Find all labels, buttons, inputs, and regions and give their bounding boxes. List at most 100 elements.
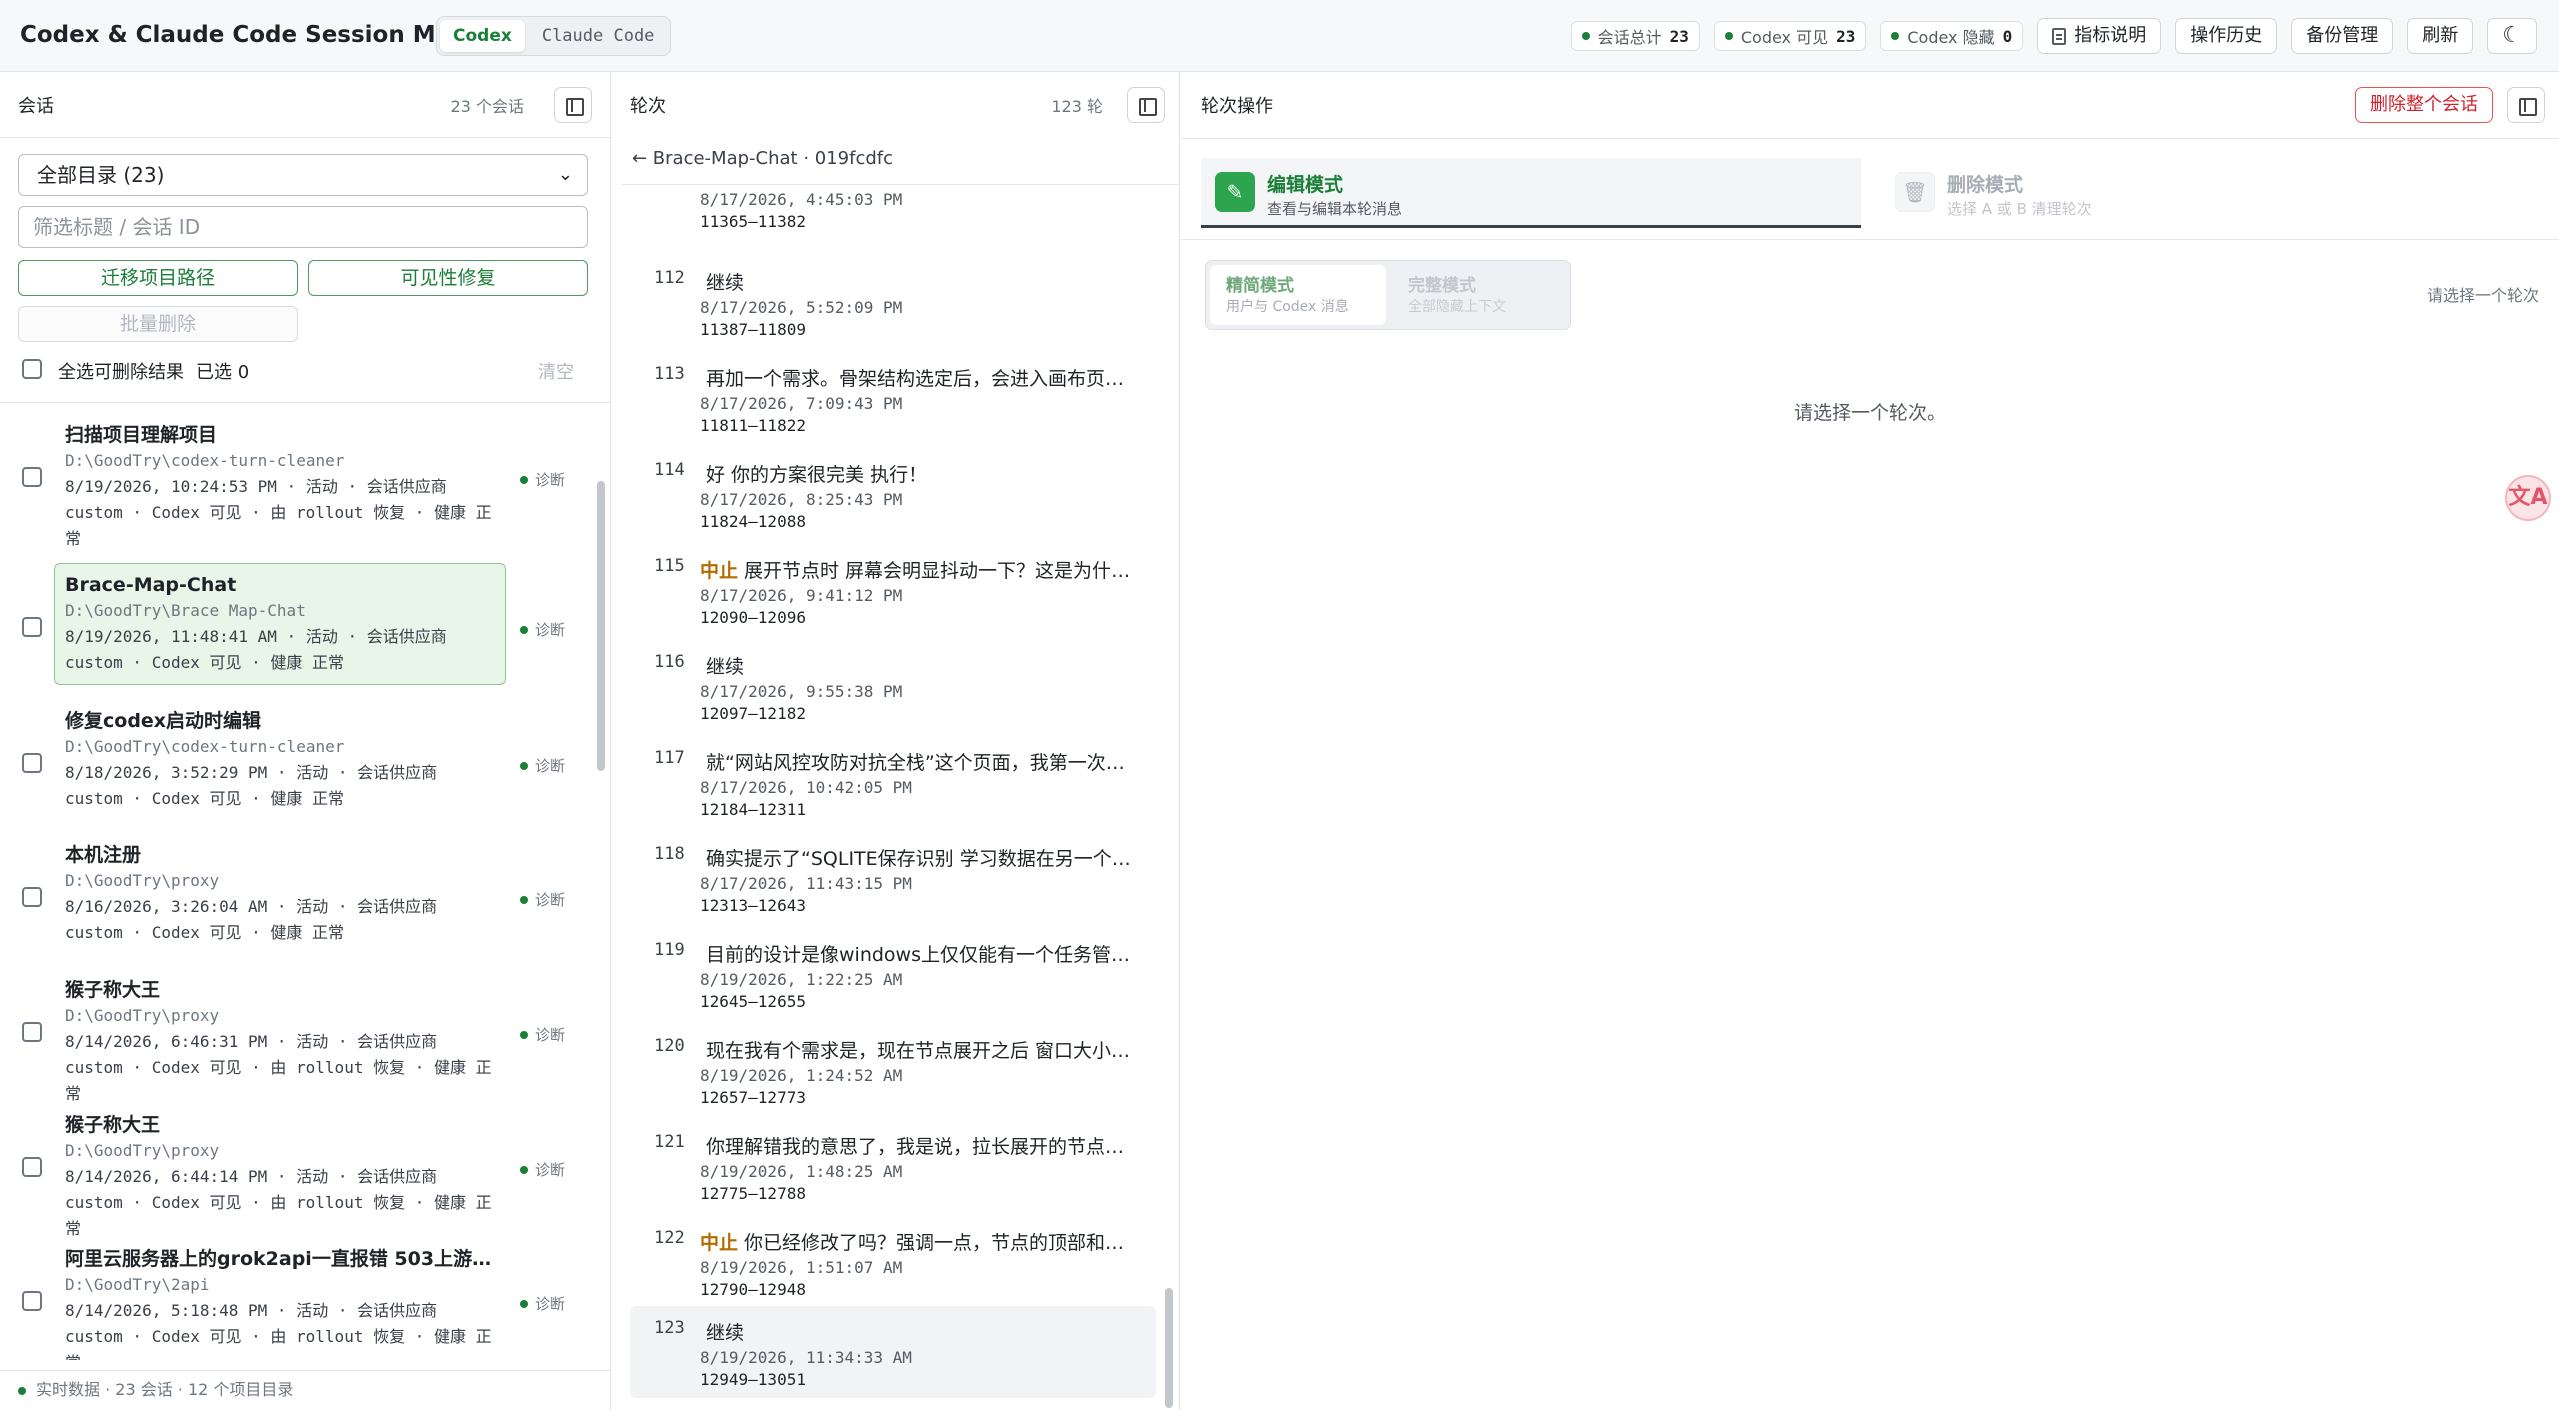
diagnose-button[interactable]: 诊断 [520, 1159, 565, 1180]
diagnose-button[interactable]: 诊断 [520, 619, 565, 640]
stat-total-value: 23 [1669, 26, 1689, 46]
turn-item-active[interactable]: 123 继续 8/19/2026, 11:34:33 AM 12949–1305… [630, 1306, 1156, 1398]
session-filter-input[interactable] [18, 206, 588, 248]
session-checkbox[interactable] [22, 1022, 42, 1042]
select-all-row: 全选可删除结果 已选 0 清空 [22, 356, 582, 384]
visibility-repair-button[interactable]: 可见性修复 [308, 260, 588, 296]
turn-item[interactable]: 114 好 你的方案很完美 执行！ 8/17/2026, 8:25:43 PM … [630, 448, 1156, 538]
turn-number: 119 [654, 940, 685, 960]
turn-time: 8/17/2026, 11:43:15 PM [700, 874, 912, 893]
turn-number: 112 [654, 268, 685, 288]
turn-item[interactable]: 121 你理解错我的意思了，我是说，拉长展开的节点，让... 8/19/2026… [630, 1120, 1156, 1210]
full-view-desc: 全部隐藏上下文 [1408, 299, 1506, 315]
turn-text: 现在我有个需求是，现在节点展开之后 窗口大小是固... [700, 1036, 1140, 1063]
session-list-scrollbar[interactable] [597, 481, 605, 771]
session-title: 修复codex启动时编辑 [65, 710, 262, 732]
turn-number: 123 [654, 1318, 685, 1338]
compact-view-option[interactable]: 精简模式 用户与 Codex 消息 [1210, 265, 1386, 325]
directory-select[interactable]: 全部目录 (23) ⌄ [18, 154, 588, 196]
full-view-option[interactable]: 完整模式 全部隐藏上下文 [1392, 265, 1568, 325]
session-meta: 8/19/2026, 11:48:41 AM · 活动 · 会话供应商 cust… [65, 627, 447, 672]
status-dot-icon [520, 1030, 528, 1039]
turn-item[interactable]: 116 继续 8/17/2026, 9:55:38 PM 12097–12182 [630, 640, 1156, 730]
status-dot-icon [520, 761, 528, 770]
turn-time: 8/19/2026, 11:34:33 AM [700, 1348, 912, 1367]
session-card[interactable]: 猴子称大王 D:\GoodTry\proxy 8/14/2026, 6:44:1… [54, 1103, 506, 1251]
diagnose-button[interactable]: 诊断 [520, 469, 565, 490]
turn-item[interactable]: 115 中止 展开节点时 屏幕会明显抖动一下？这是为什么？ 8/17/2026, … [630, 544, 1156, 634]
sessions-footer: 实时数据 · 23 会话 · 12 个项目目录 [0, 1370, 611, 1410]
session-checkbox[interactable] [22, 753, 42, 773]
stat-hidden-label: Codex 隐藏 [1907, 28, 1995, 47]
turn-item[interactable]: 119 目前的设计是像windows上仅仅能有一个任务管理器... 8/19/2… [630, 928, 1156, 1018]
back-to-session-breadcrumb[interactable]: ← Brace-Map-Chat · 019fcdfc [632, 148, 893, 169]
diagnose-label: 诊断 [535, 1295, 566, 1313]
session-checkbox[interactable] [22, 1291, 42, 1311]
turn-item[interactable]: 122 中止 你已经修改了吗？强调一点，节点的顶部和底部... 8/19/2026… [630, 1216, 1156, 1306]
history-button[interactable]: 操作历史 [2175, 18, 2278, 54]
session-card[interactable]: 本机注册 D:\GoodTry\proxy 8/16/2026, 3:26:04… [54, 833, 506, 955]
backup-button[interactable]: 备份管理 [2291, 18, 2394, 54]
turns-count: 123 轮 [1051, 97, 1103, 116]
clear-selection-button[interactable]: 清空 [538, 358, 574, 384]
delete-mode-tab[interactable]: 🗑 删除模式 选择 A 或 B 清理轮次 [1881, 158, 2541, 228]
status-dot-icon [520, 895, 528, 904]
turn-item[interactable]: 117 就“网站风控攻防对抗全栈”这个页面，我第一次展开父... 8/17/20… [630, 736, 1156, 826]
theme-toggle-button[interactable]: ☾ [2487, 18, 2537, 54]
turn-list-scrollbar[interactable] [1165, 1288, 1173, 1408]
turn-item[interactable]: 112 继续 8/17/2026, 5:52:09 PM 11387–11809 [630, 256, 1156, 346]
collapse-turns-panel-button[interactable] [1127, 87, 1165, 123]
session-card[interactable]: 修复codex启动时编辑 D:\GoodTry\codex-turn-clean… [54, 699, 506, 821]
diagnose-button[interactable]: 诊断 [520, 755, 565, 776]
compact-view-desc: 用户与 Codex 消息 [1226, 299, 1349, 315]
turn-item[interactable]: 113 再加一个需求。骨架结构选定后，会进入画布页面。... 8/17/2026… [630, 352, 1156, 442]
session-title: 扫描项目理解项目 [65, 424, 218, 446]
turn-number: 114 [654, 460, 685, 480]
status-dot-icon [1724, 32, 1733, 40]
translate-icon[interactable]: 文A [2505, 475, 2551, 521]
diagnose-button[interactable]: 诊断 [520, 1293, 565, 1314]
metrics-button[interactable]: 指标说明 [2037, 18, 2162, 54]
refresh-button[interactable]: 刷新 [2407, 18, 2474, 54]
session-path: D:\GoodTry\codex-turn-cleaner [65, 737, 345, 756]
session-checkbox[interactable] [22, 1157, 42, 1177]
session-item: 阿里云服务器上的grok2api一直报错 503上游错... D:\GoodTr… [0, 1237, 590, 1360]
directory-select-value: 全部目录 (23) [37, 163, 165, 187]
collapse-sessions-panel-button[interactable] [554, 87, 592, 123]
turn-range: 12949–13051 [700, 1370, 806, 1389]
delete-mode-name: 删除模式 [1947, 174, 2024, 196]
select-all-label: 全选可删除结果 [58, 362, 184, 383]
diagnose-button[interactable]: 诊断 [520, 889, 565, 910]
turn-message: 目前的设计是像windows上仅仅能有一个任务管理器... [706, 944, 1140, 966]
status-dot-icon [520, 1299, 528, 1308]
stat-hidden: Codex 隐藏 0 [1880, 21, 2024, 51]
diagnose-button[interactable]: 诊断 [520, 1024, 565, 1045]
turn-item[interactable]: 118 确实提示了“SQLITE保存识别 学习数据在另一个页面... 8/17/… [630, 832, 1156, 922]
stat-total-label: 会话总计 [1597, 28, 1662, 47]
session-checkbox[interactable] [22, 617, 42, 637]
session-card[interactable]: 扫描项目理解项目 D:\GoodTry\codex-turn-cleaner 8… [54, 413, 506, 561]
turn-range: 12184–12311 [700, 800, 806, 819]
turn-message: 确实提示了“SQLITE保存识别 学习数据在另一个页面... [706, 848, 1140, 870]
session-card[interactable]: 猴子称大王 D:\GoodTry\proxy 8/14/2026, 6:46:3… [54, 968, 506, 1116]
select-all-checkbox[interactable] [22, 359, 42, 379]
edit-mode-tab[interactable]: ✎ 编辑模式 查看与编辑本轮消息 [1201, 158, 1861, 228]
session-title: 猴子称大王 [65, 1114, 161, 1136]
collapse-operations-panel-button[interactable] [2507, 87, 2545, 123]
turn-item[interactable]: 120 现在我有个需求是，现在节点展开之后 窗口大小是固... 8/19/202… [630, 1024, 1156, 1114]
turn-item[interactable]: 8/17/2026, 4:45:03 PM 11365–11382 [630, 186, 1156, 231]
session-card-active[interactable]: Brace-Map-Chat D:\GoodTry\Brace Map-Chat… [54, 563, 506, 685]
turns-panel-header: 轮次 123 轮 [612, 72, 1179, 138]
session-meta: 8/14/2026, 6:44:14 PM · 活动 · 会话供应商 custo… [65, 1167, 492, 1238]
session-checkbox[interactable] [22, 887, 42, 907]
migrate-path-button[interactable]: 迁移项目路径 [18, 260, 298, 296]
source-tab-codex[interactable]: Codex [440, 20, 525, 52]
turn-message: 好 你的方案很完美 执行！ [706, 464, 928, 486]
batch-delete-button[interactable]: 批量删除 [18, 306, 298, 342]
compact-view-name: 精简模式 [1226, 276, 1294, 296]
delete-session-button[interactable]: 删除整个会话 [2355, 87, 2493, 123]
session-checkbox[interactable] [22, 467, 42, 487]
session-card[interactable]: 阿里云服务器上的grok2api一直报错 503上游错... D:\GoodTr… [54, 1237, 506, 1360]
source-tab-claude-code[interactable]: Claude Code [529, 20, 668, 52]
turn-range: 12090–12096 [700, 608, 806, 627]
